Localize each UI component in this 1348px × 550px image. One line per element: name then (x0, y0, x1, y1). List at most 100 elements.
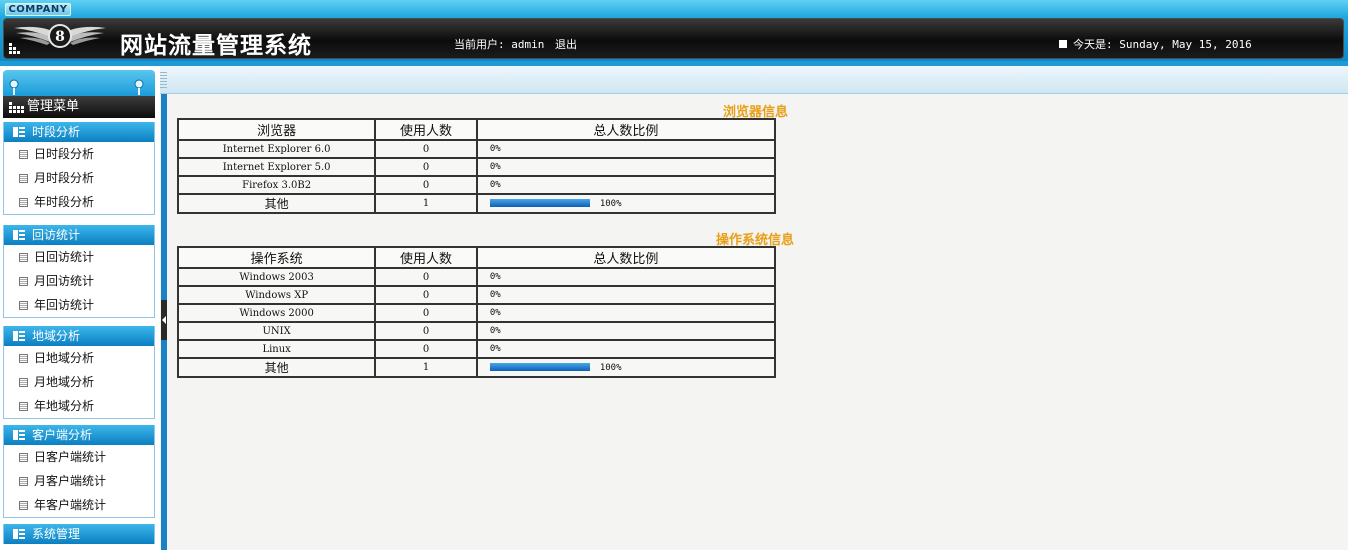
doc-icon (19, 301, 28, 310)
ratio-label: 0% (489, 308, 501, 318)
doc-icon (19, 253, 28, 262)
menu-item-label: 日回访统计 (34, 250, 95, 264)
ratio-label: 0% (489, 290, 501, 300)
panel-icon (13, 529, 25, 539)
column-header: 总人数比例 (475, 246, 777, 269)
table-header-row: 浏览器 使用人数 总人数比例 (176, 118, 777, 141)
doc-icon (19, 174, 28, 183)
sidebar-section-client: 客户端分析 日客户端统计 月客户端统计 年客户端统计 (3, 425, 155, 518)
menu-title: 管理菜单 (27, 99, 80, 114)
menu-title-bar: 管理菜单 (3, 96, 155, 118)
row-ratio: 0% (475, 175, 777, 195)
table-row: Linux 0 0% (176, 339, 777, 359)
menu-item-label: 年地域分析 (34, 399, 95, 413)
section-title: 客户端分析 (32, 428, 93, 442)
ratio-bar-fill (489, 199, 590, 207)
ratio-label: 100% (599, 362, 622, 373)
sidebar-item-daily-client[interactable]: 日客户端统计 (4, 445, 154, 469)
row-count: 0 (374, 139, 478, 159)
sidebar-item-daily-revisit[interactable]: 日回访统计 (4, 245, 154, 269)
menu-item-label: 月地域分析 (34, 375, 95, 389)
panel-icon (13, 230, 25, 240)
row-name: Windows 2003 (176, 267, 377, 287)
square-bullet-icon (1059, 40, 1067, 48)
sidebar-item-yearly-revisit[interactable]: 年回访统计 (4, 293, 154, 317)
sidebar: 管理菜单 时段分析 日时段分析 月时段分析 年时段分析 回访统计 日回访统计 月… (0, 66, 160, 550)
section-header-revisit[interactable]: 回访统计 (4, 225, 154, 245)
header-bar: 8 网站流量管理系统 当前用户: admin 退出 今天是: Sunday, M… (3, 18, 1344, 59)
ratio-label: 0% (489, 162, 501, 172)
row-count: 1 (374, 357, 478, 378)
row-name: Linux (176, 339, 377, 359)
sidebar-item-monthly-region[interactable]: 月地域分析 (4, 370, 154, 394)
row-ratio: 0% (475, 321, 777, 341)
winged-logo-icon: 8 (14, 24, 106, 48)
grid-menu-icon (9, 102, 24, 113)
panel-icon (13, 127, 25, 137)
row-ratio: 0% (475, 303, 777, 323)
panel-icon (13, 331, 25, 341)
section-title: 地域分析 (32, 329, 81, 343)
header: COMPANY 8 网站流量管理系统 当前用户: admin 退出 今天是: S… (0, 0, 1348, 66)
logout-link[interactable]: 退出 (555, 38, 577, 51)
section-header-system[interactable]: 系统管理 (4, 524, 154, 544)
row-count: 0 (374, 157, 478, 177)
sidebar-item-yearly-region[interactable]: 年地域分析 (4, 394, 154, 418)
row-name: Internet Explorer 6.0 (176, 139, 377, 159)
table-row: Firefox 3.0B2 0 0% (176, 175, 777, 195)
pin-icon (134, 79, 144, 95)
column-header: 使用人数 (374, 118, 478, 141)
doc-icon (19, 453, 28, 462)
sidebar-item-daily-region[interactable]: 日地域分析 (4, 346, 154, 370)
section-header-client[interactable]: 客户端分析 (4, 425, 154, 445)
sidebar-item-yearly-client[interactable]: 年客户端统计 (4, 493, 154, 517)
sidebar-item-daily-time[interactable]: 日时段分析 (4, 142, 154, 166)
header-top-strip (0, 0, 1348, 18)
app-title: 网站流量管理系统 (120, 32, 312, 59)
table-row: Windows 2000 0 0% (176, 303, 777, 323)
pin-icon (9, 79, 19, 95)
menu-item-label: 日客户端统计 (34, 450, 107, 464)
table-row: Windows 2003 0 0% (176, 267, 777, 287)
column-header: 总人数比例 (475, 118, 777, 141)
menu-item-label: 日地域分析 (34, 351, 95, 365)
section-header-region[interactable]: 地域分析 (4, 326, 154, 346)
main-content: 浏览器信息 浏览器 使用人数 总人数比例 Internet Explorer 6… (167, 95, 1348, 550)
row-ratio: 0% (475, 285, 777, 305)
company-badge: COMPANY (5, 3, 71, 16)
ratio-label: 0% (489, 326, 501, 336)
section-header-time[interactable]: 时段分析 (4, 122, 154, 142)
ratio-label: 0% (489, 272, 501, 282)
row-count: 0 (374, 285, 478, 305)
ratio-label: 100% (599, 198, 622, 209)
ratio-label: 0% (489, 180, 501, 190)
sidebar-item-monthly-time[interactable]: 月时段分析 (4, 166, 154, 190)
menu-item-label: 年时段分析 (34, 195, 95, 209)
row-count: 0 (374, 303, 478, 323)
sidebar-section-revisit: 回访统计 日回访统计 月回访统计 年回访统计 (3, 225, 155, 318)
current-user-label: 当前用户: (454, 38, 505, 51)
sidebar-item-yearly-time[interactable]: 年时段分析 (4, 190, 154, 214)
row-count: 0 (374, 339, 478, 359)
table-row: UNIX 0 0% (176, 321, 777, 341)
grid-dots-icon (9, 43, 20, 54)
row-ratio: 0% (475, 267, 777, 287)
row-ratio: 0% (475, 139, 777, 159)
row-name: Firefox 3.0B2 (176, 175, 377, 195)
os-table: 操作系统 使用人数 总人数比例 Windows 2003 0 0% Windows X… (176, 246, 777, 378)
table-row: Windows XP 0 0% (176, 285, 777, 305)
sidebar-item-monthly-client[interactable]: 月客户端统计 (4, 469, 154, 493)
column-header: 操作系统 (176, 246, 377, 269)
doc-icon (19, 198, 28, 207)
doc-icon (19, 477, 28, 486)
section-title: 时段分析 (32, 125, 81, 139)
ratio-label: 0% (489, 144, 501, 154)
ratio-bar (489, 363, 590, 371)
sidebar-item-monthly-revisit[interactable]: 月回访统计 (4, 269, 154, 293)
toolbar-row (155, 66, 1348, 94)
doc-icon (19, 150, 28, 159)
ratio-bar-fill (489, 363, 590, 371)
row-ratio: 0% (475, 339, 777, 359)
menu-item-label: 月客户端统计 (34, 474, 107, 488)
date-label: 今天是: (1073, 38, 1113, 51)
